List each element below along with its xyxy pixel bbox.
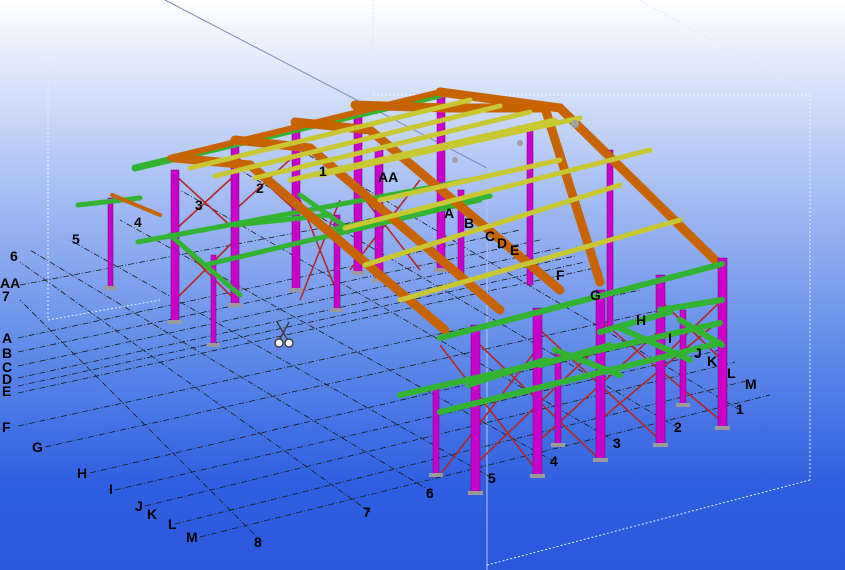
grid-label-g-left: G — [32, 439, 43, 455]
grid-label-4-back: 4 — [134, 214, 142, 230]
grid-label-f-left: F — [2, 419, 11, 435]
grid-label-j-model: J — [694, 345, 702, 361]
grid-label-e-model: E — [510, 242, 520, 258]
grid-label-k-model: K — [707, 353, 718, 369]
3d-model-viewport[interactable]: 6 AA 7 A B C D E F G H I J K L M 5 4 3 2… — [0, 0, 845, 570]
grid-label-6-left: 6 — [10, 248, 18, 264]
grid-label-8-front: 8 — [254, 534, 262, 550]
grid-label-3-front: 3 — [613, 435, 621, 451]
structural-model-view[interactable] — [0, 0, 845, 570]
grid-label-b-left: B — [2, 345, 13, 361]
grid-label-2-front: 2 — [674, 419, 682, 435]
grid-label-k-left: K — [147, 506, 158, 522]
grid-label-b-model: B — [464, 215, 475, 231]
grid-label-h-model: H — [636, 312, 647, 328]
grid-label-5-back: 5 — [72, 231, 80, 247]
grid-label-4-front: 4 — [550, 453, 558, 469]
grid-label-2-back: 2 — [256, 180, 264, 196]
scissors-icon — [274, 321, 294, 348]
grid-label-h-left: H — [77, 465, 88, 481]
grid-label-aa-model: AA — [378, 169, 399, 185]
grid-label-7-left: 7 — [2, 288, 10, 304]
grid-label-d-model: D — [497, 235, 508, 251]
grid-label-6-front: 6 — [426, 485, 434, 501]
grid-label-i-left: I — [109, 481, 113, 497]
grid-label-5-front: 5 — [488, 470, 496, 486]
grid-label-j-left: J — [135, 498, 143, 514]
grid-label-7-front: 7 — [363, 504, 371, 520]
grid-label-e-left: E — [2, 383, 12, 399]
grid-label-m-model: M — [745, 376, 757, 392]
grid-label-1-back: 1 — [319, 163, 327, 179]
grid-label-1-front: 1 — [736, 401, 744, 417]
grid-label-l-model: L — [727, 365, 736, 381]
grid-label-g-model: G — [590, 287, 601, 303]
grid-label-a-left: A — [2, 330, 13, 346]
grid-label-c-model: C — [485, 228, 496, 244]
grid-label-a-model: A — [444, 205, 455, 221]
grid-label-f-model: F — [556, 267, 565, 283]
grid-label-m-left: M — [186, 529, 198, 545]
grid-label-3-back: 3 — [195, 197, 203, 213]
grid-label-i-model: I — [668, 330, 672, 346]
grid-label-l-left: L — [168, 516, 177, 532]
